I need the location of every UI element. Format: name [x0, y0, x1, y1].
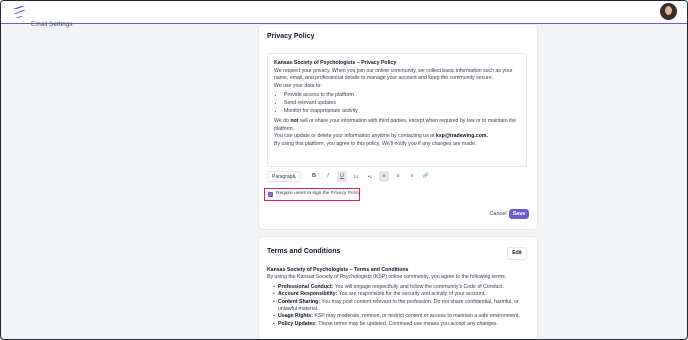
paragraph-style-select[interactable]: Paragraph ⌄ [267, 171, 301, 182]
term-text: You are responsible for the security and… [337, 291, 486, 298]
terms-heading: Kansas Society of Psychologists – Terms … [267, 267, 409, 273]
term-label: Usage Rights: [278, 313, 313, 320]
policy-use-list: Provide access to the platform Send rele… [274, 92, 522, 115]
list-item: Send relevant updates [284, 100, 522, 108]
cancel-button[interactable]: Cancel [487, 209, 509, 219]
underline-button[interactable]: U [337, 171, 347, 182]
term-text: You will engage respectfully and follow … [333, 283, 504, 290]
top-bar [1, 1, 687, 24]
term-label: Content Sharing: [278, 298, 321, 305]
list-item: Usage Rights: KSP may moderate, remove, … [273, 313, 529, 321]
privacy-policy-editor[interactable]: Kansas Society of Psychologists – Privac… [267, 53, 527, 167]
list-item: Monitor for inappropriate activity [284, 108, 522, 116]
chevron-down-icon: ⌄ [292, 174, 297, 180]
bold-button[interactable]: B [309, 171, 319, 182]
editor-content[interactable]: Kansas Society of Psychologists – Privac… [274, 60, 522, 149]
editor-toolbar: Paragraph ⌄ B I U 1≡ •≡ ≡ ≡ ≡ 🔗 [267, 171, 467, 183]
bullet-list-button[interactable]: •≡ [365, 171, 375, 182]
terms-title: Terms and Conditions [267, 248, 341, 255]
policy-contact: You can update or delete your informatio… [274, 133, 522, 141]
privacy-policy-card: Privacy Policy Kansas Society of Psychol… [259, 25, 537, 229]
ordered-list-button[interactable]: 1≡ [351, 171, 361, 182]
italic-button[interactable]: I [323, 171, 333, 182]
policy-contact-pre: You can update or delete your informatio… [274, 133, 436, 140]
list-item: Provide access to the platform [284, 92, 522, 100]
list-item: Policy Updates: These terms may be updat… [273, 320, 529, 329]
term-text: KSP may moderate, remove, or restrict co… [312, 313, 520, 320]
align-left-button[interactable]: ≡ [379, 171, 389, 182]
policy-share-post: sell or share your information with thir… [274, 118, 517, 132]
policy-intro: We respect your privacy. When you join o… [274, 67, 513, 82]
save-button[interactable]: Save [509, 209, 529, 219]
term-label: Account Responsibility: [278, 291, 338, 298]
align-right-button[interactable]: ≡ [407, 171, 417, 182]
term-label: Policy Updates: [278, 320, 317, 327]
list-item: Content Sharing: You may post content re… [273, 299, 529, 314]
edit-terms-button[interactable]: Edit [507, 247, 527, 260]
list-item: Professional Conduct: You will engage re… [273, 283, 529, 292]
term-label: Professional Conduct: [278, 283, 334, 290]
user-avatar[interactable] [660, 3, 677, 20]
link-button[interactable]: 🔗 [421, 171, 431, 182]
term-text: These terms may be updated. Continued us… [316, 320, 498, 327]
terms-intro: By using the Kansas Society of Psycholog… [267, 274, 507, 281]
app-logo-icon[interactable] [11, 5, 27, 19]
privacy-policy-title: Privacy Policy [267, 33, 315, 40]
sidebar-item-email-settings[interactable]: Email Settings [31, 21, 73, 28]
terms-content: Kansas Society of Psychologists – Terms … [267, 267, 529, 329]
policy-heading: Kansas Society of Psychologists – Privac… [274, 60, 397, 66]
terms-list: Professional Conduct: You will engage re… [267, 283, 529, 329]
align-center-button[interactable]: ≡ [393, 171, 403, 182]
policy-use-line: We use your data to: [274, 82, 322, 89]
require-signature-checkbox[interactable]: ✓ [268, 192, 273, 197]
policy-agree: By using this platform, you agree to thi… [274, 140, 477, 147]
require-signature-option[interactable]: ✓ Require users to sign the Privacy Poli… [264, 188, 361, 201]
require-signature-label: Require users to sign the Privacy Policy [276, 191, 361, 196]
policy-contact-email: ksp@tradewing.com. [435, 133, 488, 140]
terms-card: Terms and Conditions Edit Kansas Society… [259, 237, 537, 339]
policy-share-pre: We do [274, 118, 291, 125]
policy-share: We do not sell or share your information… [274, 118, 522, 133]
list-item: Account Responsibility: You are responsi… [273, 291, 529, 299]
app-window: Email Settings Privacy Policy Kansas Soc… [0, 0, 688, 340]
